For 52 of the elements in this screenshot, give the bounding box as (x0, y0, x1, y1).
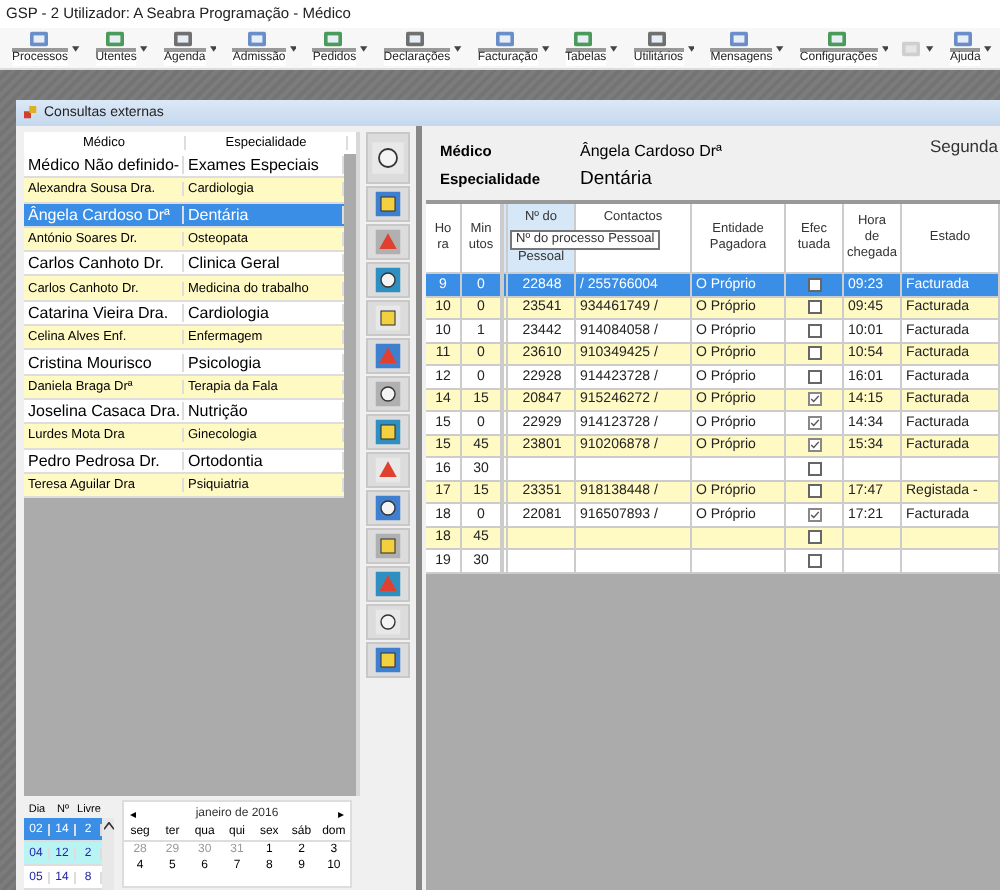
checkbox[interactable] (807, 323, 821, 338)
specialty: Exames Especiais (184, 156, 344, 175)
doctor-name: Ângela Cardoso Drª (580, 141, 722, 159)
checkbox[interactable] (807, 415, 821, 430)
doctor-name: Carlos Canhoto Dr. (24, 254, 184, 273)
caret-icon[interactable] (140, 45, 149, 51)
window-icon (24, 106, 38, 120)
window-icon (27, 30, 49, 48)
doctor-name: Médico Não definido- (24, 156, 184, 175)
specialty: Clinica Geral (184, 254, 344, 273)
specialty: Cardiologia (184, 303, 344, 322)
checkbox[interactable] (807, 553, 821, 568)
doctor-row[interactable]: Joselina Casaca Dra. Nutrição (24, 399, 344, 425)
caret-icon[interactable] (209, 45, 217, 51)
caret-icon[interactable] (360, 45, 368, 51)
doctor-row[interactable]: Pedro Pedrosa Dr. Ortodontia (24, 449, 344, 474)
checkbox[interactable] (807, 392, 821, 407)
specialty: Dentária (580, 167, 652, 189)
caret-icon[interactable] (687, 45, 695, 51)
caret-icon[interactable] (881, 45, 889, 51)
specialty: Dentária (184, 205, 344, 224)
specialty: Nutrição (184, 402, 344, 421)
doctor-row[interactable]: Médico Não definido- Exames Especiais (24, 154, 344, 179)
scrollbar[interactable] (102, 818, 114, 890)
caret-icon[interactable] (926, 45, 934, 51)
checkbox[interactable] (807, 369, 821, 384)
doctor-row[interactable]: Catarina Vieira Dra. Cardiologia (24, 301, 344, 327)
caret-icon[interactable] (454, 45, 462, 51)
doctor-row[interactable]: Carlos Canhoto Dr. Clinica Geral (24, 252, 344, 277)
doctor-name: Ângela Cardoso Drª (24, 205, 184, 224)
weekday-label: Segunda (929, 136, 998, 156)
caret-icon[interactable] (984, 45, 992, 51)
checkbox[interactable] (807, 507, 821, 522)
caret-icon[interactable] (776, 45, 784, 51)
caret-icon[interactable] (610, 45, 618, 51)
checkbox[interactable] (807, 461, 821, 476)
checkbox[interactable] (807, 530, 821, 545)
checkbox[interactable] (807, 438, 821, 453)
caret-icon[interactable] (541, 45, 549, 51)
doctor-name: Catarina Vieira Dra. (24, 303, 184, 322)
caret-icon[interactable] (72, 45, 80, 51)
specialty: Ortodontia (184, 451, 344, 470)
checkbox[interactable] (807, 484, 821, 499)
specialty: Psicologia (184, 353, 344, 372)
doctor-name: Cristina Mourisco (24, 353, 184, 372)
checkbox[interactable] (807, 346, 821, 361)
doctor-name: Joselina Casaca Dra. (24, 402, 184, 421)
caret-icon[interactable] (289, 45, 297, 51)
doctor-name: Pedro Pedrosa Dr. (24, 451, 184, 470)
doctor-row[interactable]: Cristina Mourisco Psicologia (24, 350, 344, 376)
checkbox[interactable] (807, 277, 821, 292)
checkbox[interactable] (807, 300, 821, 315)
